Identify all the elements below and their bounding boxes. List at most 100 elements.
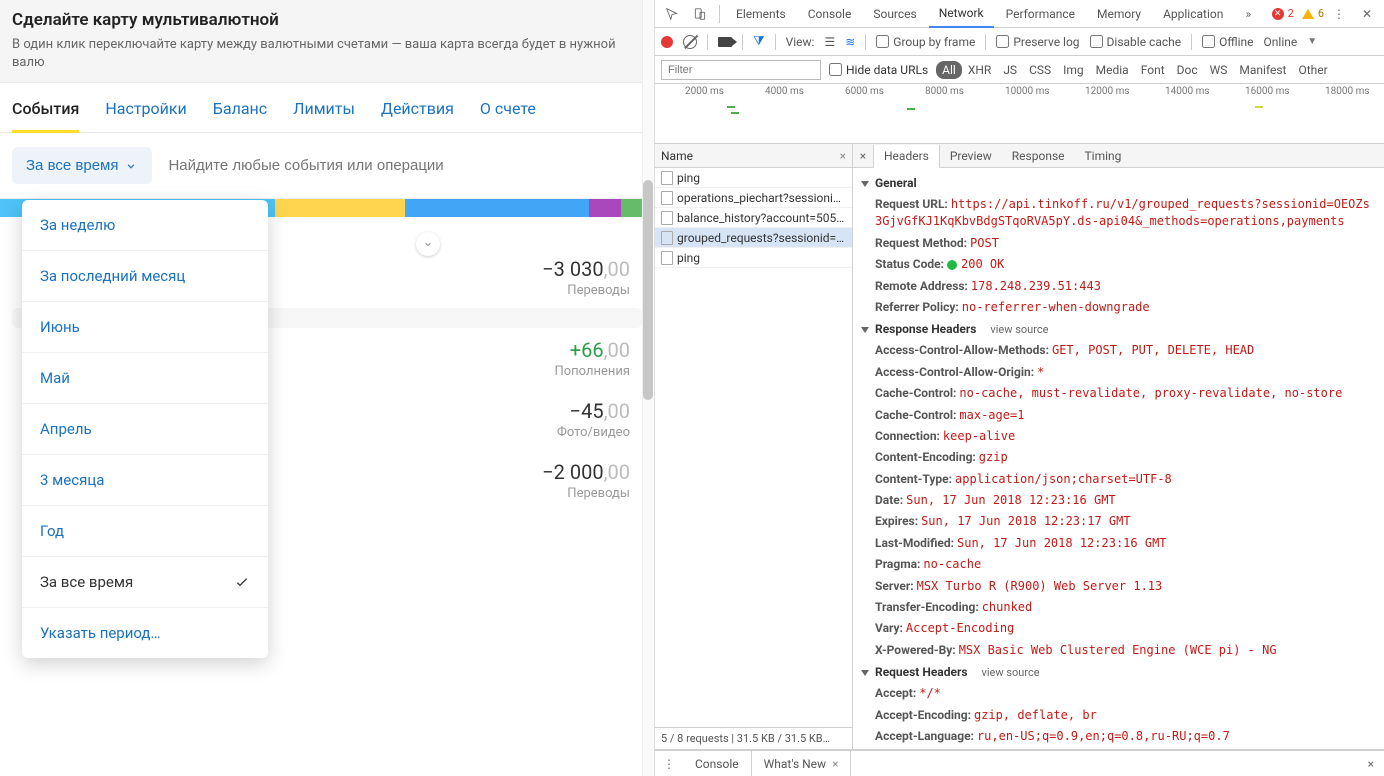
headers-body[interactable]: GeneralRequest URL: https://api.tinkoff.…: [853, 168, 1384, 749]
large-rows-icon[interactable]: ☰: [824, 35, 835, 49]
timeline[interactable]: 2000 ms4000 ms6000 ms8000 ms10000 ms1200…: [655, 84, 1384, 144]
dropdown-item[interactable]: 3 месяца: [22, 455, 268, 506]
op-amount: +66: [570, 338, 604, 362]
dropdown-item[interactable]: Год: [22, 506, 268, 557]
type-filter[interactable]: Font: [1135, 61, 1171, 79]
error-count-icon[interactable]: ✕: [1272, 8, 1284, 20]
type-filter[interactable]: Img: [1057, 61, 1090, 79]
tab-settings[interactable]: Настройки: [105, 99, 186, 132]
screenshot-icon[interactable]: [718, 37, 732, 47]
response-tab[interactable]: Response: [1002, 144, 1075, 167]
dropdown-item[interactable]: Июнь: [22, 302, 268, 353]
throttling-select[interactable]: Online: [1264, 35, 1298, 49]
dropdown-icon[interactable]: ▼: [1307, 36, 1317, 47]
drawer-whatsnew-tab[interactable]: What's New×: [752, 751, 852, 776]
scroll-thumb[interactable]: [643, 180, 653, 400]
preview-tab[interactable]: Preview: [940, 144, 1002, 167]
section-header[interactable]: Response Headersview source: [853, 318, 1384, 340]
devtools-tab-console[interactable]: Console: [798, 0, 862, 27]
dropdown-item[interactable]: За неделю: [22, 200, 268, 251]
type-filter[interactable]: Doc: [1171, 61, 1204, 79]
tab-about[interactable]: О счете: [480, 99, 536, 132]
devtools-tab-elements[interactable]: Elements: [726, 0, 796, 27]
type-filter[interactable]: JS: [997, 61, 1023, 79]
search-input[interactable]: [160, 149, 642, 182]
dropdown-item[interactable]: Указать период…: [22, 608, 268, 658]
close-devtools-icon[interactable]: ✕: [1354, 1, 1380, 27]
period-dropdown-button[interactable]: За все время: [12, 147, 152, 184]
request-row[interactable]: ping: [655, 168, 852, 188]
scrollbar[interactable]: [642, 0, 654, 776]
close-drawer-icon[interactable]: ×: [1358, 757, 1384, 771]
request-row[interactable]: operations_piechart?sessioni…: [655, 188, 852, 208]
drawer-console-tab[interactable]: Console: [683, 751, 752, 776]
warning-count[interactable]: 6: [1318, 7, 1324, 20]
request-row[interactable]: ping: [655, 248, 852, 268]
drawer-menu-icon[interactable]: ⋮: [655, 757, 683, 771]
tab-limits[interactable]: Лимиты: [293, 99, 355, 132]
dropdown-item[interactable]: Апрель: [22, 404, 268, 455]
close-icon[interactable]: ×: [840, 149, 846, 163]
headers-tab[interactable]: Headers: [873, 145, 940, 168]
hide-data-urls-checkbox[interactable]: Hide data URLs: [829, 63, 928, 77]
filter-input[interactable]: [661, 60, 821, 80]
header-row: Server: MSX Turbo R (R900) Web Server 1.…: [853, 576, 1384, 597]
close-detail-icon[interactable]: ×: [853, 149, 873, 163]
drawer: ⋮ Console What's New× ×: [655, 750, 1384, 776]
view-source-link[interactable]: view source: [990, 323, 1048, 336]
op-amount: −3 030: [542, 257, 603, 281]
record-icon[interactable]: [661, 36, 673, 48]
network-filter-bar: Hide data URLs AllXHRJSCSSImgMediaFontDo…: [655, 56, 1384, 84]
devtools-tab-network[interactable]: Network: [929, 1, 994, 28]
type-filter[interactable]: CSS: [1023, 61, 1057, 79]
dropdown-item[interactable]: За последний месяц: [22, 251, 268, 302]
section-header[interactable]: General: [853, 172, 1384, 194]
type-filter[interactable]: Other: [1292, 61, 1333, 79]
name-header[interactable]: Name×: [655, 144, 852, 168]
header-row: Content-Encoding: gzip: [853, 447, 1384, 468]
close-icon[interactable]: ×: [832, 757, 838, 771]
tab-actions[interactable]: Действия: [381, 99, 454, 132]
type-filter[interactable]: Manifest: [1233, 61, 1292, 79]
status-bar: 5 / 8 requests | 31.5 KB / 31.5 KB…: [655, 727, 852, 749]
request-row[interactable]: grouped_requests?sessionid=…: [655, 228, 852, 248]
devtools-tab-performance[interactable]: Performance: [996, 0, 1085, 27]
request-row[interactable]: balance_history?account=505…: [655, 208, 852, 228]
clear-icon[interactable]: [683, 35, 697, 49]
section-header[interactable]: Request Headersview source: [853, 661, 1384, 683]
filter-icon[interactable]: ⧩: [753, 34, 765, 49]
tab-balance[interactable]: Баланс: [213, 99, 267, 132]
file-icon: [661, 251, 673, 265]
waterfall-icon[interactable]: ≋: [845, 35, 855, 49]
timing-tab[interactable]: Timing: [1075, 144, 1132, 167]
op-amount: −45: [570, 399, 604, 423]
type-filter[interactable]: WS: [1204, 61, 1234, 79]
error-count[interactable]: 2: [1288, 7, 1294, 20]
type-filter[interactable]: All: [936, 61, 962, 79]
devtools-tab-sources[interactable]: Sources: [863, 0, 926, 27]
preserve-log-checkbox[interactable]: Preserve log: [996, 35, 1079, 49]
disable-cache-checkbox[interactable]: Disable cache: [1090, 35, 1182, 49]
inspect-icon[interactable]: [659, 1, 685, 27]
devtools-tab-memory[interactable]: Memory: [1087, 0, 1151, 27]
request-list: Name× pingoperations_piechart?sessioni…b…: [655, 144, 853, 749]
more-tabs-icon[interactable]: »: [1235, 1, 1261, 27]
view-source-link[interactable]: view source: [982, 666, 1040, 679]
dropdown-item[interactable]: Май: [22, 353, 268, 404]
type-filter[interactable]: XHR: [962, 61, 997, 79]
expand-chevron-icon[interactable]: [416, 232, 440, 256]
device-mode-icon[interactable]: [687, 1, 713, 27]
offline-checkbox[interactable]: Offline: [1202, 35, 1253, 49]
dropdown-item[interactable]: За все время: [22, 557, 268, 608]
devtools-tab-application[interactable]: Application: [1153, 0, 1233, 27]
warning-icon[interactable]: [1302, 9, 1314, 19]
op-amount: −2 000: [542, 460, 603, 484]
kebab-icon[interactable]: ⋮: [1326, 1, 1352, 27]
file-icon: [661, 231, 673, 245]
header-row: Status Code: 200 OK: [853, 254, 1384, 275]
header-row: Request URL: https://api.tinkoff.ru/v1/g…: [853, 194, 1384, 233]
group-by-frame-checkbox[interactable]: Group by frame: [876, 35, 975, 49]
view-label: View:: [786, 35, 815, 49]
tab-events[interactable]: События: [12, 99, 79, 132]
type-filter[interactable]: Media: [1090, 61, 1135, 79]
